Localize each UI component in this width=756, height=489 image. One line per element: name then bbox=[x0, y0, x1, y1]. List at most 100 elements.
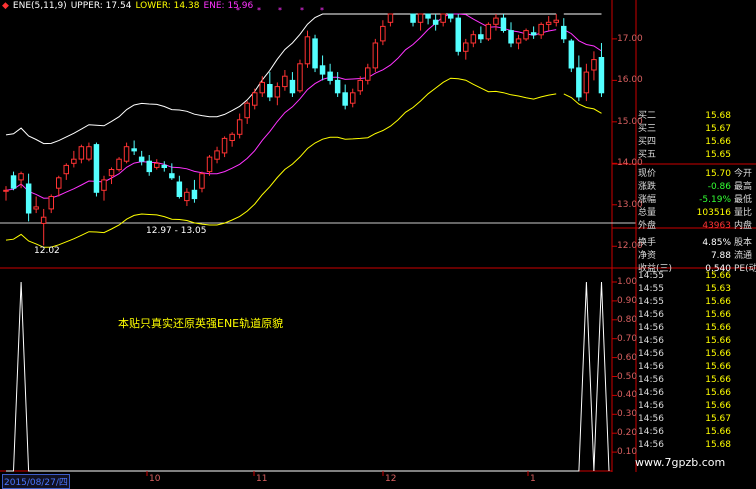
tick-price: 15.63 bbox=[705, 284, 731, 294]
signal-tick-label: 0.50 bbox=[617, 371, 638, 382]
row-extra: 量比 bbox=[734, 208, 753, 218]
row-value: 15.66 bbox=[705, 137, 731, 147]
candle-body bbox=[138, 156, 145, 162]
tick-row[interactable]: 14:56 15.67 bbox=[636, 412, 756, 426]
tick-time: 14:56 bbox=[638, 414, 664, 424]
candle-body bbox=[267, 84, 273, 98]
row-extra: 最低 bbox=[734, 195, 753, 205]
row-extra: 今开 bbox=[734, 169, 753, 179]
candle-body bbox=[116, 158, 122, 171]
candle-body bbox=[365, 67, 371, 81]
tick-row[interactable]: 14:56 15.66 bbox=[636, 399, 756, 413]
stat-row: 总量 103516 量比 bbox=[636, 206, 756, 220]
candle-body bbox=[252, 92, 258, 106]
tick-time: 14:56 bbox=[638, 310, 664, 320]
candle-body bbox=[372, 42, 379, 69]
candle-body bbox=[538, 23, 544, 36]
candle-body bbox=[40, 216, 47, 224]
candle-body bbox=[455, 17, 461, 52]
candle-body bbox=[86, 146, 92, 160]
candle-body bbox=[515, 38, 522, 44]
tick-price: 15.66 bbox=[705, 271, 731, 281]
tick-price: 15.66 bbox=[705, 323, 731, 333]
row-label: 买四 bbox=[638, 137, 657, 147]
candle-body bbox=[10, 175, 17, 189]
legend-arrow-icon: ◆ bbox=[2, 1, 9, 11]
candle-body bbox=[282, 75, 288, 88]
tick-time: 14:55 bbox=[638, 284, 664, 294]
tick-row[interactable]: 14:56 15.66 bbox=[636, 425, 756, 439]
row-value: 15.70 bbox=[705, 169, 731, 179]
candle-body bbox=[146, 160, 152, 173]
tick-time: 14:56 bbox=[638, 362, 664, 372]
candle-body bbox=[214, 150, 220, 160]
tick-row[interactable]: 14:55 15.66 bbox=[636, 269, 756, 283]
date-tick-label: 12 bbox=[385, 474, 397, 484]
tick-time: 14:56 bbox=[638, 388, 664, 398]
candle-body bbox=[380, 25, 386, 42]
tick-time: 14:56 bbox=[638, 349, 664, 359]
candle-body bbox=[591, 59, 597, 71]
date-tick-label: 11 bbox=[256, 474, 268, 484]
stat-row: 涨幅 -5.19% 最低 bbox=[636, 193, 756, 207]
row-value: 15.67 bbox=[705, 124, 731, 134]
row-value: -0.86 bbox=[707, 182, 731, 192]
signal-series bbox=[6, 281, 610, 472]
candle-body bbox=[598, 57, 605, 94]
row-value: 103516 bbox=[696, 208, 731, 218]
stat-row: 外盘 43963 内盘 bbox=[636, 219, 756, 233]
tick-row[interactable]: 14:56 15.66 bbox=[636, 360, 756, 374]
candle-body bbox=[432, 19, 439, 25]
tick-price: 15.66 bbox=[705, 297, 731, 307]
tick-row[interactable]: 14:55 15.63 bbox=[636, 282, 756, 296]
candle-body bbox=[93, 144, 100, 193]
tick-row[interactable]: 14:55 15.66 bbox=[636, 295, 756, 309]
row-label: 涨跌 bbox=[638, 182, 657, 192]
date-tick-label: 1 bbox=[530, 474, 536, 484]
tick-row[interactable]: 14:56 15.66 bbox=[636, 373, 756, 387]
watermark-text: www.7gpzb.com bbox=[635, 456, 726, 469]
stat-row: 涨跌 -0.86 最高 bbox=[636, 180, 756, 194]
quote-panel: 买二 15.68 买三 15.67 买四 15.66 买五 15.65 现价 15.70 今开 涨跌… bbox=[636, 111, 756, 470]
row-label: 净资 bbox=[638, 251, 657, 261]
candle-body bbox=[523, 30, 529, 40]
candle-body bbox=[108, 169, 115, 177]
candle-body bbox=[561, 25, 567, 40]
tick-price: 15.66 bbox=[705, 336, 731, 346]
candle-body bbox=[440, 13, 446, 23]
tick-row[interactable]: 14:56 15.66 bbox=[636, 334, 756, 348]
tick-row[interactable]: 14:56 15.68 bbox=[636, 438, 756, 452]
candle-body bbox=[478, 34, 484, 40]
tick-price: 15.66 bbox=[705, 375, 731, 385]
candle-body bbox=[229, 133, 235, 142]
tick-price: 15.67 bbox=[705, 414, 731, 424]
date-axis: 2015/08/27/四 10 11 12 1 bbox=[0, 472, 612, 489]
tick-row[interactable]: 14:56 15.66 bbox=[636, 321, 756, 335]
candle-body bbox=[184, 191, 190, 202]
signal-tick-label: 0.80 bbox=[617, 314, 638, 325]
candle-body bbox=[553, 19, 559, 23]
candle-body bbox=[350, 92, 356, 104]
tick-row[interactable]: 14:56 15.66 bbox=[636, 347, 756, 361]
row-label: 买二 bbox=[638, 111, 657, 121]
candle-body bbox=[319, 65, 326, 75]
candle-body bbox=[463, 42, 469, 52]
candle-body bbox=[334, 79, 341, 94]
tick-time: 14:56 bbox=[638, 336, 664, 346]
row-label: 换手 bbox=[638, 238, 657, 248]
signal-tick-label: 0.70 bbox=[617, 333, 638, 344]
candlestick-series bbox=[3, 13, 605, 246]
candle-body bbox=[33, 206, 39, 210]
signal-line bbox=[6, 281, 610, 472]
row-label: 涨幅 bbox=[638, 195, 657, 205]
candle-body bbox=[530, 32, 537, 36]
candle-body bbox=[289, 79, 296, 94]
candle-body bbox=[63, 164, 69, 175]
tick-price: 15.66 bbox=[705, 349, 731, 359]
row-extra: 股本 bbox=[734, 238, 753, 248]
bid-row: 买五 15.65 bbox=[636, 148, 756, 162]
tick-row[interactable]: 14:56 15.66 bbox=[636, 386, 756, 400]
tick-row[interactable]: 14:56 15.66 bbox=[636, 308, 756, 322]
candle-body bbox=[342, 92, 348, 106]
row-value: 43963 bbox=[702, 221, 731, 231]
